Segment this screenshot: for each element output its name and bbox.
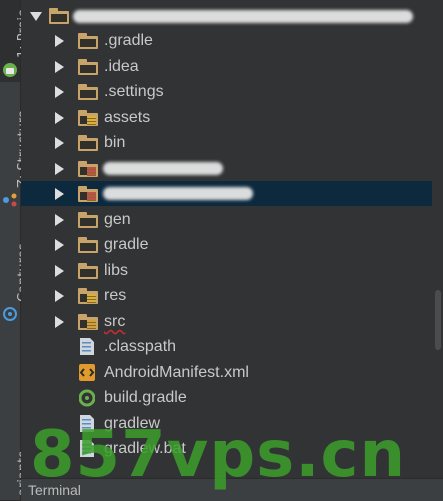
tree-row[interactable]: bin	[21, 130, 432, 155]
folder-icon	[49, 8, 69, 24]
tree-row[interactable]: libs	[21, 258, 432, 283]
file-icon	[79, 414, 95, 433]
tree-row[interactable]: AndroidManifest.xml	[21, 360, 432, 385]
tree-row[interactable]: gradlew.bat	[21, 436, 432, 461]
scrollbar[interactable]	[433, 0, 443, 478]
chevron-right-icon[interactable]	[55, 188, 64, 200]
tree-item-label: AndroidManifest.xml	[104, 364, 249, 381]
chevron-right-icon[interactable]	[55, 112, 64, 124]
tree-item-label: gradle	[104, 236, 149, 253]
chevron-right-icon[interactable]	[55, 265, 64, 277]
tree-row[interactable]: gradlew	[21, 411, 432, 436]
folder-icon	[78, 263, 98, 279]
tree-item-label: gen	[104, 211, 131, 228]
redacted-project-name	[73, 10, 413, 23]
scrollbar-thumb[interactable]	[435, 290, 441, 350]
tree-row[interactable]: res	[21, 283, 432, 308]
folder-icon	[78, 161, 98, 177]
tree-item-label: build.gradle	[104, 389, 187, 406]
chevron-right-icon[interactable]	[55, 239, 64, 251]
chevron-right-icon[interactable]	[55, 290, 64, 302]
folder-icon	[78, 186, 98, 202]
folder-icon	[78, 288, 98, 304]
chevron-right-icon[interactable]	[55, 163, 64, 175]
tree-item-label: .gradle	[104, 32, 153, 49]
folder-icon	[78, 237, 98, 253]
tree-row[interactable]	[21, 181, 432, 206]
tree-item-label: .idea	[104, 58, 139, 75]
android-icon	[2, 62, 18, 78]
bottom-tool-bar: Terminal	[21, 478, 443, 501]
tree-item-label: src	[104, 313, 126, 330]
tree-row[interactable]: build.gradle	[21, 385, 432, 410]
folder-icon	[78, 135, 98, 151]
tree-row[interactable]: assets	[21, 105, 432, 130]
chevron-right-icon[interactable]	[55, 137, 64, 149]
folder-icon	[78, 212, 98, 228]
folder-icon	[78, 59, 98, 75]
tab-structure[interactable]: Z: Structure	[0, 96, 31, 214]
gradle-file-icon	[78, 388, 96, 407]
tree-row[interactable]: .classpath	[21, 334, 432, 359]
tree-row[interactable]: src	[21, 309, 432, 334]
tree-item-label: gradlew.bat	[104, 440, 186, 457]
tool-window-strip: 1: Proje Z: Structure Captures ariants	[0, 0, 31, 500]
folder-icon	[78, 33, 98, 49]
chevron-down-icon[interactable]	[30, 12, 42, 21]
tab-captures[interactable]: Captures	[0, 230, 31, 325]
structure-icon	[2, 192, 18, 208]
tab-project[interactable]: 1: Proje	[0, 0, 31, 82]
file-icon	[79, 439, 95, 458]
tree-item-label: res	[104, 287, 127, 304]
folder-icon	[78, 314, 98, 330]
tree-item-label: .classpath	[104, 338, 177, 355]
terminal-tab[interactable]: Terminal	[28, 482, 81, 498]
captures-icon	[2, 306, 18, 322]
tree-row[interactable]	[21, 156, 432, 181]
folder-icon	[78, 110, 98, 126]
tree-root-row[interactable]	[21, 3, 432, 28]
redacted-folder-name	[103, 162, 223, 175]
redacted-folder-name	[103, 187, 253, 200]
xml-file-icon	[79, 363, 95, 382]
file-icon	[79, 337, 95, 356]
tree-row[interactable]: .idea	[21, 54, 432, 79]
tab-build-variants[interactable]: ariants	[0, 440, 31, 500]
tree-item-label: .settings	[104, 83, 164, 100]
chevron-right-icon[interactable]	[55, 316, 64, 328]
tree-item-label: assets	[104, 109, 151, 126]
tree-row[interactable]: .gradle	[21, 28, 432, 53]
chevron-right-icon[interactable]	[55, 214, 64, 226]
tree-item-label: bin	[104, 134, 126, 151]
tree-row[interactable]: gradle	[21, 232, 432, 257]
folder-icon	[78, 84, 98, 100]
tree-row[interactable]: .settings	[21, 79, 432, 104]
chevron-right-icon[interactable]	[55, 61, 64, 73]
tree-row[interactable]: gen	[21, 207, 432, 232]
chevron-right-icon[interactable]	[55, 35, 64, 47]
project-tree-panel: .gradle .idea .settings assets bin gen gradle l…	[21, 0, 443, 478]
tree-item-label: gradlew	[104, 415, 161, 432]
tree-item-label: libs	[104, 262, 129, 279]
chevron-right-icon[interactable]	[55, 86, 64, 98]
